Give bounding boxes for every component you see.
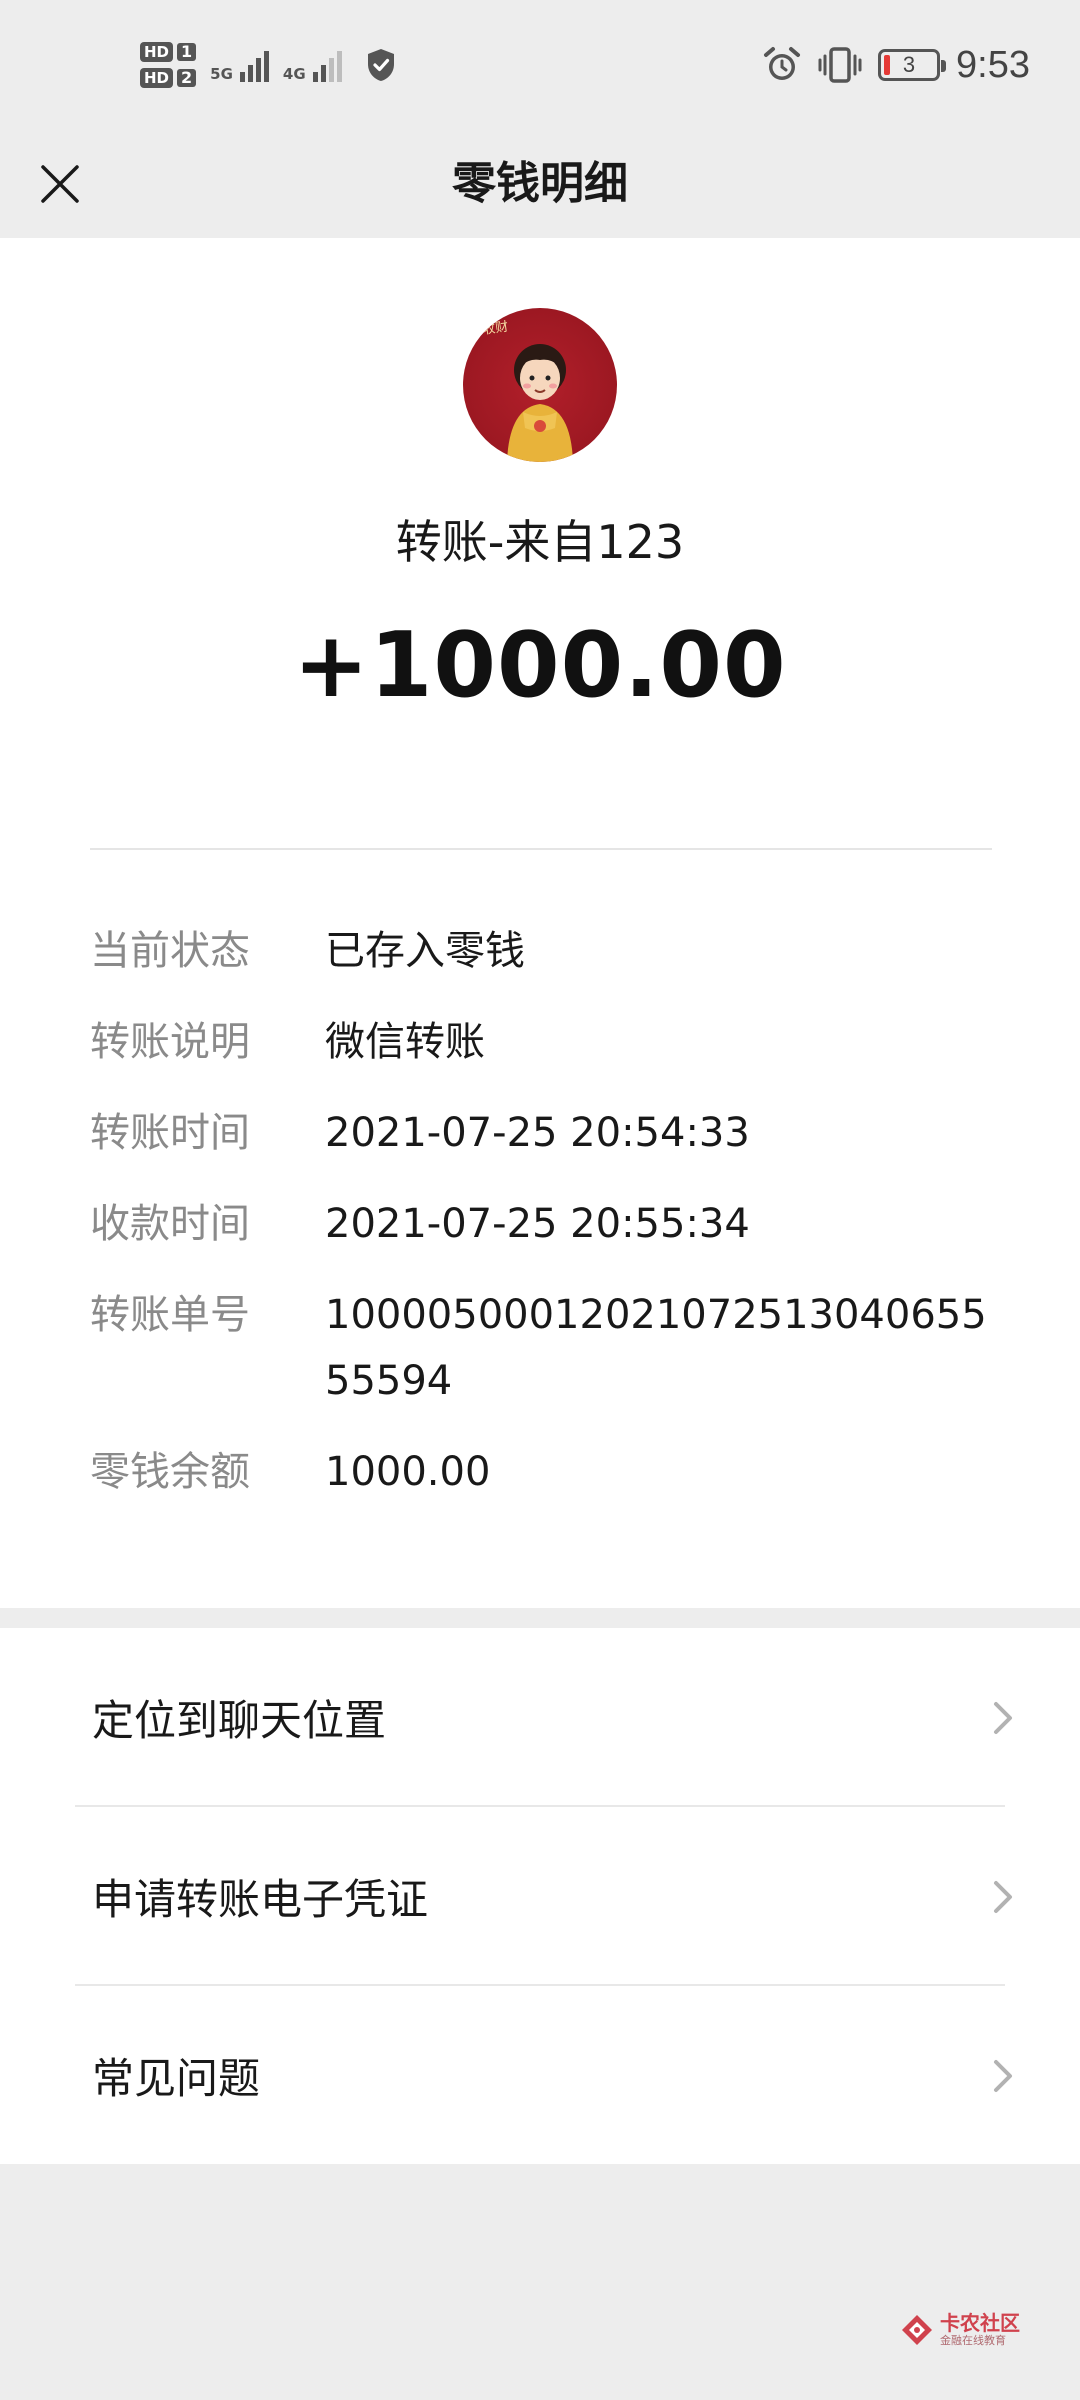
sim2-indicator: HD 2: [140, 68, 197, 88]
sim1-hd-label: HD: [140, 42, 174, 62]
close-icon: [41, 165, 79, 203]
menu-item-apply-voucher[interactable]: 申请转账电子凭证: [0, 1807, 1080, 1986]
status-time: 9:53: [956, 43, 1030, 86]
info-value: 2021-07-25 20:54:33: [325, 1110, 750, 1156]
battery-fill: [884, 55, 891, 75]
transaction-detail-card: 收财 转账-来自123 +1000.00 当前状态 已存入零钱 转账说明 微信转…: [0, 238, 1080, 1608]
info-row-balance: 零钱余额 1000.00: [90, 1439, 990, 1505]
signal-bars-icon: [312, 48, 342, 82]
info-value: 微信转账: [325, 1019, 485, 1065]
net1-label: 5G: [210, 65, 233, 83]
net2-label: 4G: [282, 65, 306, 83]
info-label: 零钱余额: [90, 1449, 250, 1495]
title-bar: 零钱明细: [0, 130, 1080, 238]
menu-item-locate-chat[interactable]: 定位到聊天位置: [0, 1628, 1080, 1807]
info-row-status: 当前状态 已存入零钱: [90, 918, 990, 984]
transaction-amount: +1000.00: [293, 613, 787, 718]
menu-item-label: 申请转账电子凭证: [92, 1875, 429, 1924]
info-label: 收款时间: [90, 1201, 250, 1247]
menu-item-label: 常见问题: [92, 2054, 261, 2103]
close-button[interactable]: [26, 150, 94, 218]
shield-check-icon: [367, 49, 394, 81]
sim1-indicator: HD 1: [140, 42, 197, 62]
watermark-text: 卡农社区 金融在线教育: [940, 2312, 1020, 2348]
menu-item-label: 定位到聊天位置: [92, 1696, 387, 1745]
info-value: 1000.00: [325, 1449, 491, 1495]
avatar-image: 收财: [481, 319, 573, 462]
sim1-number: 1: [177, 43, 197, 61]
info-list: 当前状态 已存入零钱 转账说明 微信转账 转账时间 2021-07-25 20:…: [90, 918, 990, 1505]
info-label: 转账时间: [90, 1110, 250, 1156]
chevron-right-icon: [994, 1702, 1012, 1734]
transaction-title: 转账-来自123: [395, 515, 685, 569]
status-bar: HD 1 HD 2 5G 4G 3 9:53: [0, 0, 1080, 130]
menu-item-faq[interactable]: 常见问题: [0, 1986, 1080, 2165]
info-row-transfer-time: 转账时间 2021-07-25 20:54:33: [90, 1100, 990, 1166]
action-menu: 定位到聊天位置 申请转账电子凭证 常见问题: [0, 1628, 1080, 2164]
info-value: 2021-07-25 20:55:34: [325, 1201, 750, 1247]
chevron-right-icon: [994, 1881, 1012, 1913]
watermark: 卡农社区 金融在线教育: [900, 2312, 1020, 2348]
battery-icon: 3: [878, 49, 947, 81]
svg-text:收财: 收财: [481, 319, 509, 337]
info-value: 已存入零钱: [325, 928, 525, 974]
info-label: 当前状态: [90, 928, 250, 974]
chevron-right-icon: [994, 2060, 1012, 2092]
info-row-remark: 转账说明 微信转账: [90, 1009, 990, 1075]
page-title: 零钱明细: [452, 158, 628, 209]
watermark-main: 卡农社区: [940, 2311, 1020, 2335]
signal-4g: 4G: [283, 48, 342, 82]
sim-indicators: HD 1 HD 2: [140, 42, 197, 88]
info-label: 转账单号: [90, 1292, 250, 1338]
divider: [90, 848, 992, 850]
signal-5g: 5G: [210, 48, 269, 82]
info-row-transaction-id: 转账单号 1000050001202107251304065555594: [90, 1282, 990, 1414]
sender-avatar: 收财: [463, 308, 617, 462]
signal-bars-icon: [239, 48, 269, 82]
info-row-receive-time: 收款时间 2021-07-25 20:55:34: [90, 1191, 990, 1257]
info-value: 1000050001202107251304065555594: [325, 1292, 987, 1404]
watermark-logo-icon: [902, 2315, 932, 2345]
sim2-number: 2: [177, 69, 197, 87]
vibrate-icon: [818, 47, 862, 83]
info-label: 转账说明: [90, 1019, 250, 1065]
battery-level: 3: [902, 52, 916, 77]
sim2-hd-label: HD: [140, 68, 174, 88]
status-bar-left: HD 1 HD 2 5G 4G: [140, 34, 396, 96]
watermark-sub: 金融在线教育: [940, 2334, 1006, 2347]
alarm-icon: [764, 47, 801, 80]
status-bar-right: 3 9:53: [762, 40, 1030, 90]
